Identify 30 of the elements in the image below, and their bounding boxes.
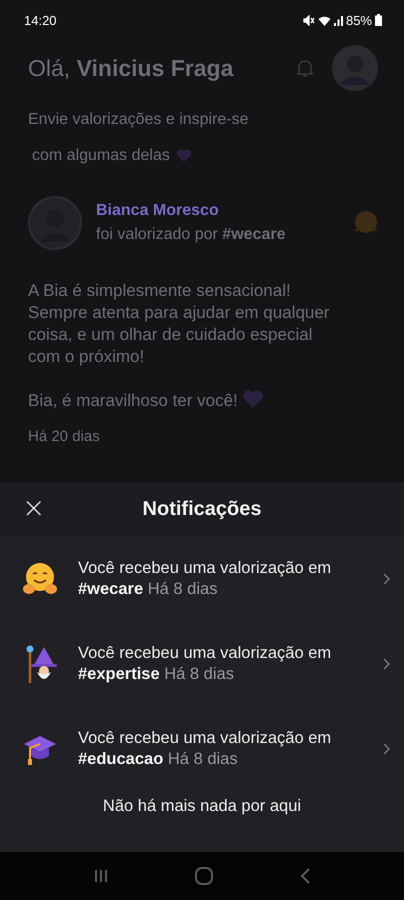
sheet-title: Notificações	[142, 498, 262, 520]
chevron-right-icon[interactable]	[383, 742, 390, 754]
battery-level: 85%	[346, 12, 372, 28]
home-icon[interactable]	[194, 866, 214, 886]
close-button[interactable]: ×	[16, 493, 52, 523]
chevron-right-icon[interactable]	[383, 572, 390, 584]
empty-message: Não há mais nada por aqui	[102, 797, 302, 816]
message-text: Bia, é maravilhoso ter você!	[28, 390, 346, 412]
author-avatar-icon	[28, 196, 82, 250]
post-time: Há 20 dias	[28, 427, 101, 443]
author-name[interactable]: Bianca Moresco	[96, 202, 338, 220]
post-caption: foi valorizado por #wecare	[96, 226, 286, 244]
battery-icon	[375, 14, 382, 26]
back-icon[interactable]	[299, 867, 312, 885]
subtitle-text: Envie valorizações e inspire-se	[28, 111, 249, 129]
notification-text[interactable]: Você recebeu uma valorização em #wecare Há 8 dias	[78, 558, 363, 600]
bell-icon[interactable]	[296, 58, 314, 78]
chevron-right-icon[interactable]	[383, 658, 390, 670]
mute-icon	[302, 14, 315, 26]
subtitle-text: com algumas delas	[32, 147, 170, 165]
recent-apps-icon[interactable]	[92, 868, 109, 884]
signal-icon	[334, 14, 343, 26]
notification-text[interactable]: Você recebeu uma valorização em #expertise Há 8 dias	[78, 642, 363, 684]
status-time: 14:20	[24, 12, 57, 28]
notification-text[interactable]: Você recebeu uma valorização em #educacao Há 8 dias	[78, 728, 363, 770]
wifi-icon	[318, 14, 331, 26]
greeting-title: Olá, Vinicius Fraga	[28, 54, 234, 82]
heart-icon	[176, 149, 192, 163]
heart-icon	[242, 390, 264, 409]
message-text: A Bia é simplesmente sensacional! Sempre atenta para ajudar em qualquer coisa, e um olhar de cuidado especial com o próximo!	[28, 280, 330, 368]
